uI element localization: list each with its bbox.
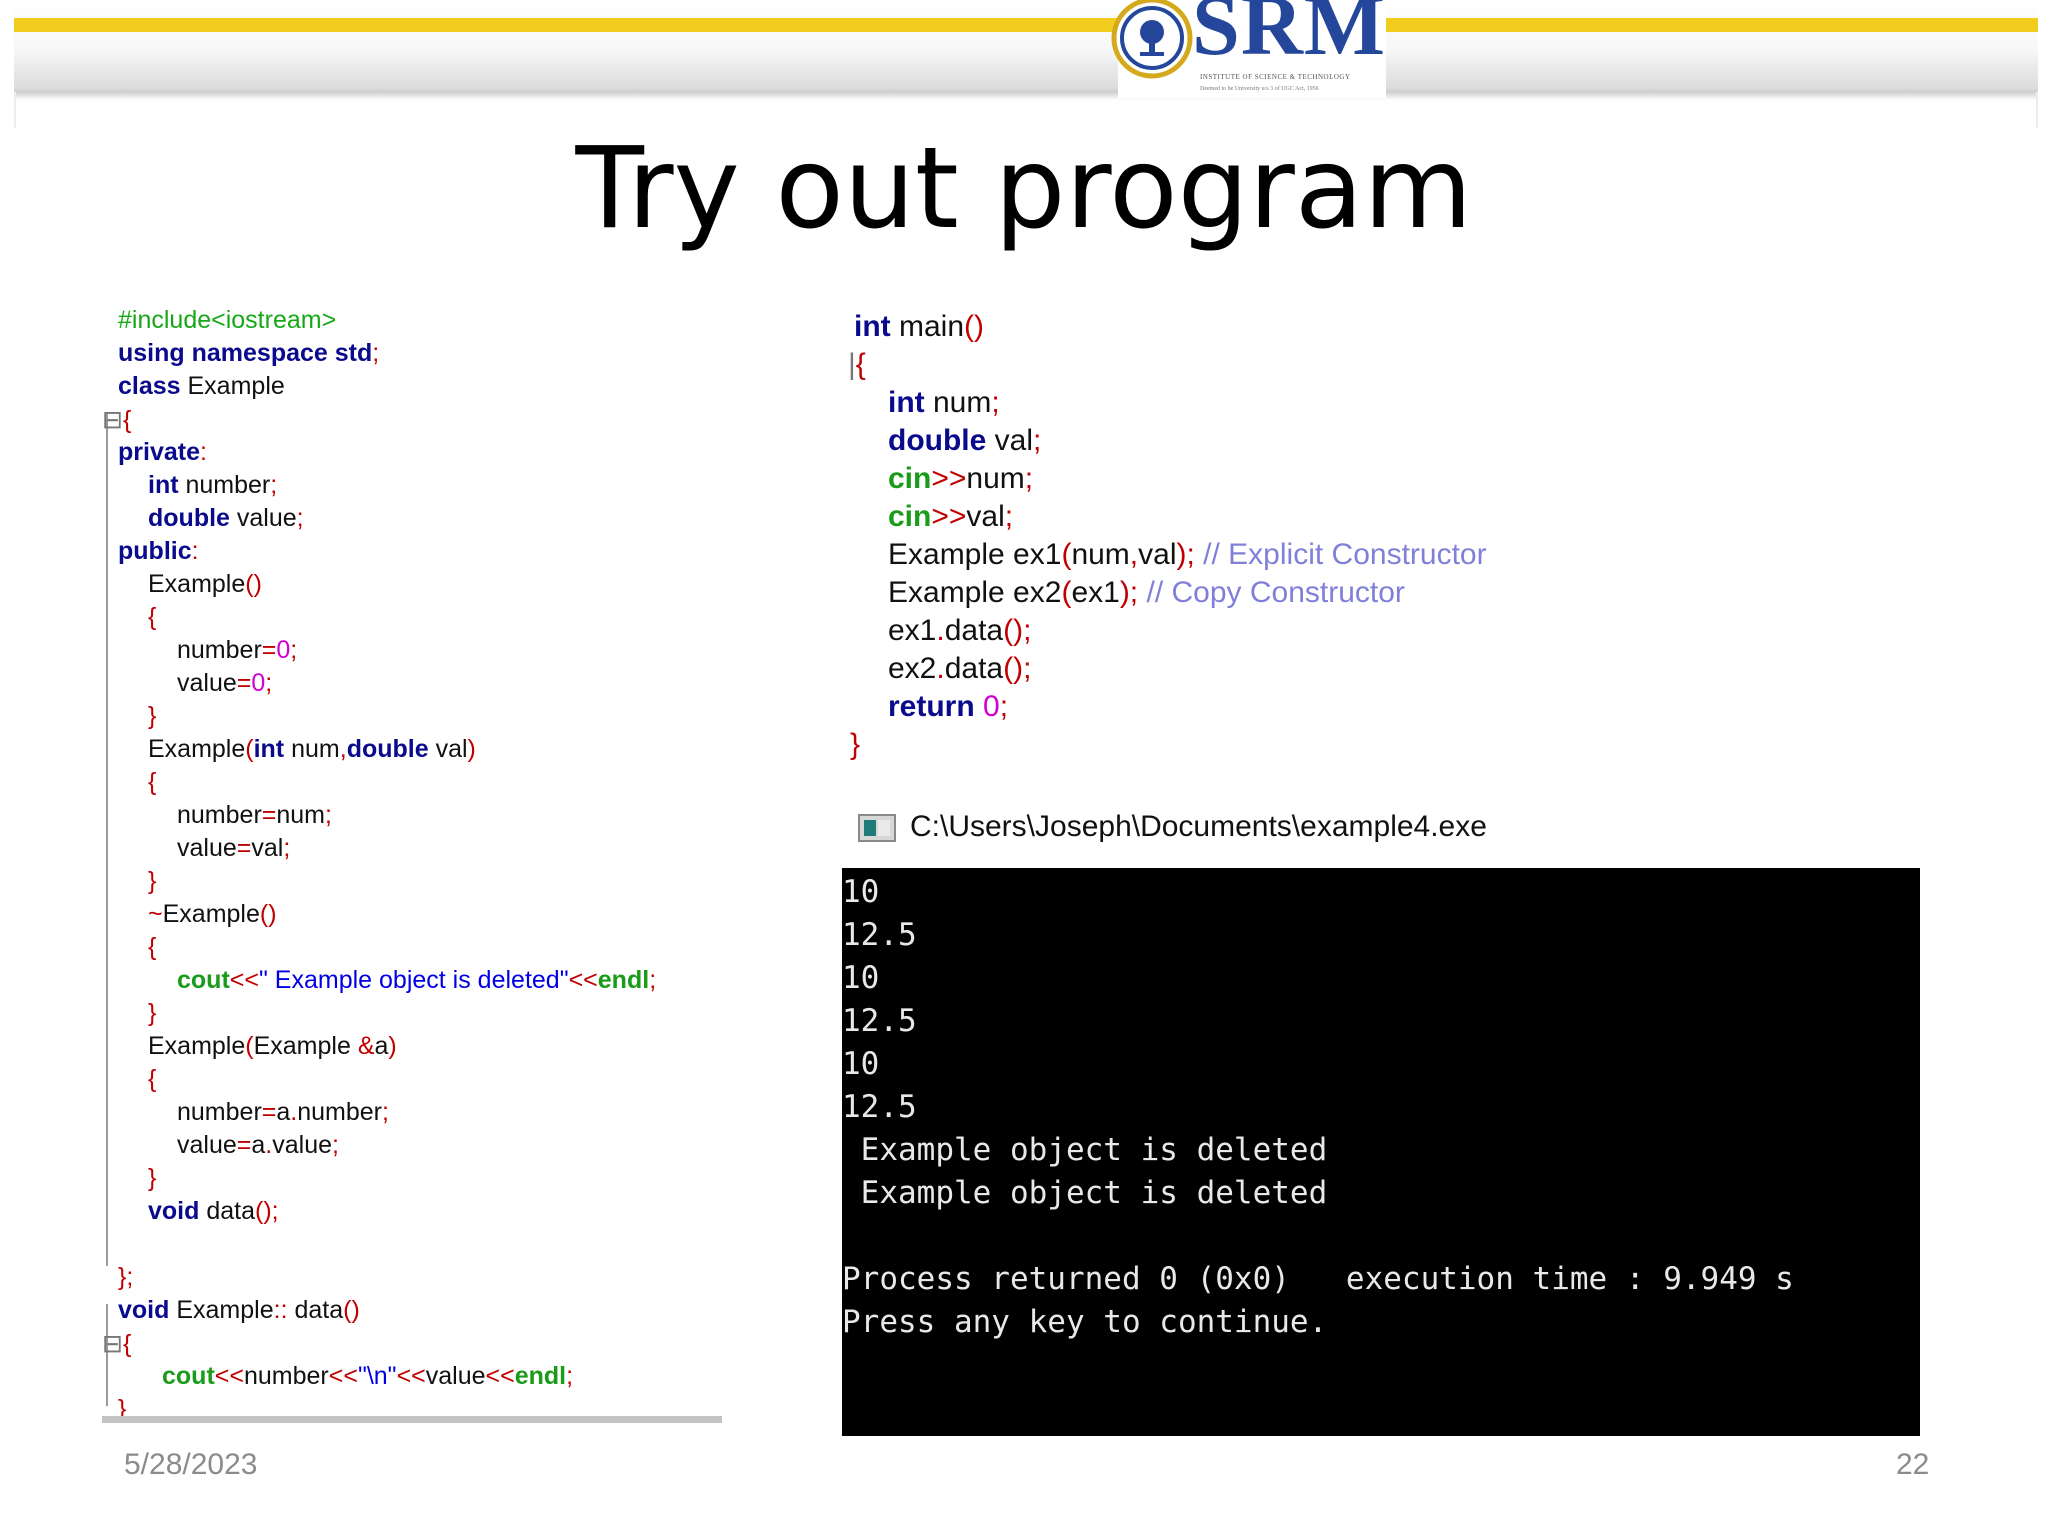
console-window-icon xyxy=(858,814,896,842)
slide-page-number: 22 xyxy=(1896,1448,1930,1481)
fold-guide xyxy=(106,414,108,1266)
slide-date: 5/28/2023 xyxy=(124,1448,258,1481)
panel-shadow xyxy=(102,1416,722,1423)
console-line: Example object is deleted xyxy=(842,1175,1328,1211)
srm-logo-text: SRM xyxy=(1192,0,1387,73)
console-line: Example object is deleted xyxy=(842,1132,1328,1168)
header-edge-right xyxy=(2036,92,2038,128)
console-line: 12.5 xyxy=(842,1003,917,1039)
main-code-listing: int main() |{ int num; double val; cin>>… xyxy=(848,310,1487,761)
console-line: 12.5 xyxy=(842,917,917,953)
console-title: C:\Users\Joseph\Documents\example4.exe xyxy=(910,810,1487,843)
console-output: 10 12.5 10 12.5 10 12.5 Example object i… xyxy=(842,868,1920,1436)
console-line: 10 xyxy=(842,960,880,996)
slide-title: Try out program xyxy=(575,124,1473,254)
console-line: 12.5 xyxy=(842,1089,917,1125)
console-line: Press any key to continue. xyxy=(842,1304,1328,1340)
console-line: 10 xyxy=(842,1046,880,1082)
header-stripe xyxy=(14,18,2038,32)
class-code-listing: #include<iostream> using namespace std; … xyxy=(100,306,720,1423)
console-line: 10 xyxy=(842,874,880,910)
console-line: Process returned 0 (0x0) execution time … xyxy=(842,1261,1794,1297)
logo-subtitle: INSTITUTE OF SCIENCE & TECHNOLOGY xyxy=(1200,73,1351,81)
srm-emblem-icon xyxy=(1111,0,1193,79)
header-edge-left xyxy=(14,92,16,128)
logo-subtitle-2: Deemed to be University u/s 3 of UGC Act… xyxy=(1200,86,1319,92)
